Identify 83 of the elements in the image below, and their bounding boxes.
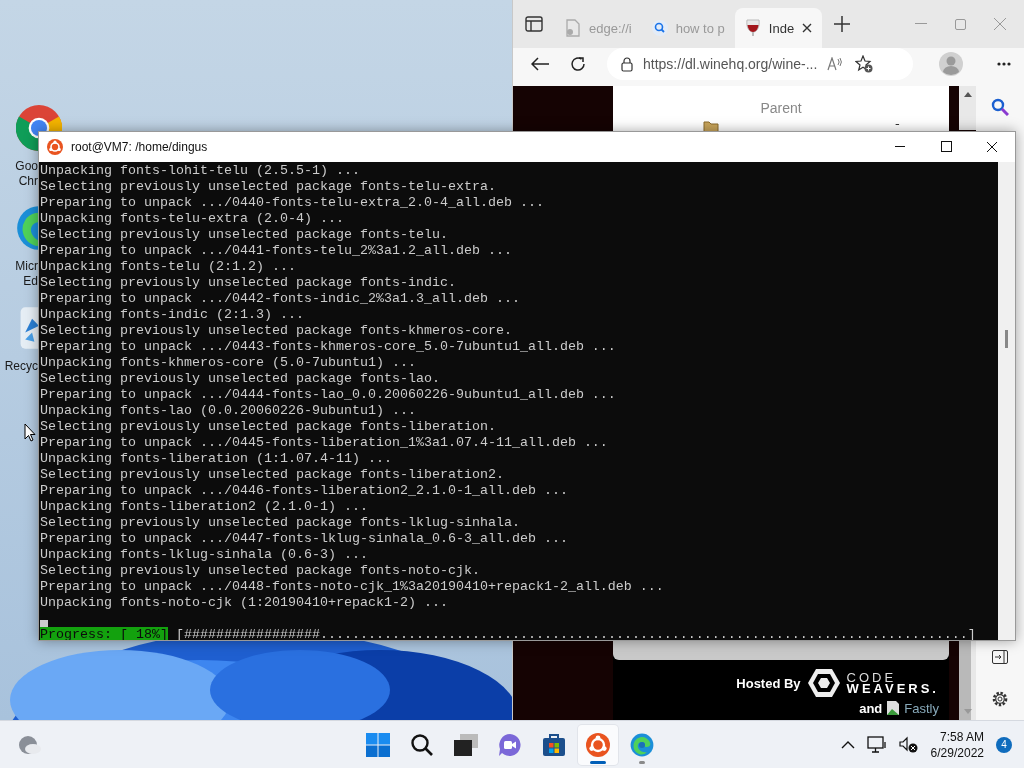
parent-directory-link[interactable]: Parent: [760, 100, 802, 116]
browser-tab[interactable]: Inde: [734, 8, 823, 48]
clock-date[interactable]: 6/29/2022: [930, 744, 984, 761]
more-options-icon[interactable]: [997, 62, 1011, 66]
sponsor-name-top: CODE: [846, 672, 897, 683]
terminal-line: Selecting previously unselected package fonts-lao.: [40, 371, 440, 386]
chevron-up-icon[interactable]: [840, 740, 855, 749]
progress-bar-text: [#################.................................................................................]: [176, 627, 976, 640]
search-icon: [410, 732, 434, 757]
terminal-line: Selecting previously unselected package fonts-telu-extra.: [40, 179, 496, 194]
broken-image-icon: [886, 700, 901, 716]
terminal-line: Selecting previously unselected package fonts-indic.: [40, 275, 456, 290]
hide-sidebar-icon[interactable]: [992, 650, 1008, 664]
page-icon: [565, 19, 581, 37]
ubuntu-icon: [586, 732, 610, 757]
terminal-line: Unpacking fonts-indic (2:1.3) ...: [40, 307, 304, 322]
wine-glass-icon: [744, 19, 761, 37]
progress-label: Progress: [ 18%]: [40, 627, 168, 640]
address-bar[interactable]: https://dl.winehq.org/wine-...: [607, 48, 913, 80]
sponsor-name-bottom: WEAVERS.: [846, 683, 939, 694]
terminal-line: Selecting previously unselected package fonts-lklug-sinhala.: [40, 515, 520, 530]
terminal-line: Selecting previously unselected package fonts-khmeros-core.: [40, 323, 512, 338]
size-cell: -: [895, 116, 900, 131]
store-icon: [542, 732, 566, 757]
taskbar-app[interactable]: [578, 724, 618, 765]
back-icon[interactable]: [531, 57, 549, 71]
search-icon[interactable]: [991, 98, 1009, 116]
chat-icon: [498, 732, 522, 757]
ubuntu-icon: [47, 139, 63, 155]
terminal-line: Selecting previously unselected package fonts-telu.: [40, 227, 448, 242]
search-icon: [651, 20, 668, 36]
cube-logo-icon: [806, 668, 841, 698]
terminal-line: Preparing to unpack .../0447-fonts-lklug-sinhala_0.6-3_all.deb ...: [40, 531, 568, 546]
window-title: root@VM7: /home/dingus: [71, 140, 208, 154]
notification-count[interactable]: 4: [996, 736, 1012, 753]
new-tab-icon[interactable]: [834, 16, 851, 32]
scrollbar[interactable]: [998, 162, 1015, 640]
refresh-icon[interactable]: [569, 55, 587, 73]
terminal-line: Preparing to unpack .../0444-fonts-lao_0.0.20060226-9ubuntu1_all.deb ...: [40, 387, 616, 402]
network-icon[interactable]: [866, 735, 887, 754]
mouse-pointer-icon: [24, 423, 36, 442]
terminal-line: Unpacking fonts-lklug-sinhala (0.6-3) ...: [40, 547, 368, 562]
terminal-line: Unpacking fonts-lao (0.0.20060226-9ubuntu1) ...: [40, 403, 416, 418]
terminal-line: Preparing to unpack .../0442-fonts-indic_2%3a1.3_all.deb ...: [40, 291, 520, 306]
scroll-up-icon: [963, 92, 972, 97]
terminal-line: Unpacking fonts-noto-cjk (1:20190410+repack1-2) ...: [40, 595, 448, 610]
desktop-icon-label[interactable]: Recyc: [0, 359, 38, 374]
terminal-line: Preparing to unpack .../0440-fonts-telu-extra_2.0-4_all.deb ...: [40, 195, 544, 210]
clock-time[interactable]: 7:58 AM: [939, 728, 984, 745]
hosted-by-text: Hosted By: [736, 675, 801, 691]
terminal-line: Selecting previously unselected package fonts-noto-cjk.: [40, 563, 480, 578]
profile-avatar-icon[interactable]: [939, 52, 963, 76]
close-icon[interactable]: [802, 23, 813, 33]
weather-cloud-icon[interactable]: [18, 734, 42, 755]
cdn-image-alt-text: Fastly: [904, 700, 939, 716]
terminal-line: Preparing to unpack .../0445-fonts-liberation_1%3a1.07.4-11_all.deb ...: [40, 435, 608, 450]
desktop-icon-label[interactable]: Micr: [0, 259, 38, 274]
and-text: and: [859, 700, 883, 716]
edge-icon: [630, 732, 654, 757]
windows-start-icon: [366, 732, 390, 757]
desktop-icon-label[interactable]: Goo: [0, 159, 38, 174]
terminal-line: Unpacking fonts-liberation2 (2.1.0-1) ...: [40, 499, 368, 514]
terminal-line: Unpacking fonts-telu (2:1.2) ...: [40, 259, 296, 274]
terminal-line: Selecting previously unselected package fonts-liberation2.: [40, 467, 504, 482]
lock-icon: [621, 56, 633, 72]
speaker-muted-icon[interactable]: [898, 735, 919, 754]
terminal-line: Preparing to unpack .../0443-fonts-khmeros-core_5.0-7ubuntu1_all.deb ...: [40, 339, 616, 354]
terminal-line: Preparing to unpack .../0441-fonts-telu_2%3a1.2_all.deb ...: [40, 243, 512, 258]
scroll-up-button[interactable]: [959, 86, 976, 130]
desktop-icon-label[interactable]: Chr: [0, 174, 38, 189]
terminal-line: Preparing to unpack .../0448-fonts-noto-cjk_1%3a20190410+repack1-2_all.deb ...: [40, 579, 664, 594]
scroll-down-icon: [963, 709, 972, 714]
favorite-add-icon[interactable]: [855, 55, 874, 73]
terminal-line: Unpacking fonts-lohit-telu (2.5.5-1) ...: [40, 163, 360, 178]
terminal-line: Selecting previously unselected package fonts-liberation.: [40, 419, 496, 434]
desktop-icon-label[interactable]: Ed: [0, 274, 38, 289]
settings-icon[interactable]: [991, 690, 1009, 708]
terminal-line: Preparing to unpack .../0446-fonts-liberation2_2.1.0-1_all.deb ...: [40, 483, 568, 498]
terminal-line: Unpacking fonts-liberation (1:1.07.4-11) ...: [40, 451, 392, 466]
tab-actions-icon[interactable]: [525, 16, 543, 32]
terminal-line: Unpacking fonts-khmeros-core (5.0-7ubuntu1) ...: [40, 355, 416, 370]
task-view-icon: [454, 733, 478, 756]
terminal-line: Unpacking fonts-telu-extra (2.0-4) ...: [40, 211, 344, 226]
